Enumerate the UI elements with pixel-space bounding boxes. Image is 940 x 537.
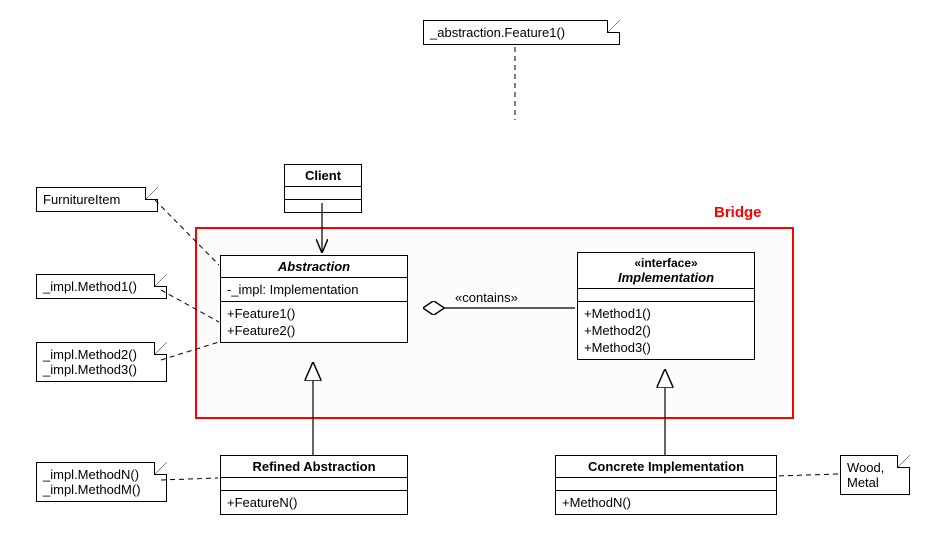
- abstraction-box: Abstraction -_impl: Implementation +Feat…: [220, 255, 408, 343]
- implementation-stereo: «interface»: [584, 256, 748, 270]
- note-method1: _impl.Method1(): [36, 274, 167, 299]
- refined-methods: +FeatureN(): [221, 491, 407, 514]
- note-method23: _impl.Method2() _impl.Method3(): [36, 342, 167, 382]
- abstraction-title: Abstraction: [221, 256, 407, 278]
- concrete-m1: +MethodN(): [562, 494, 770, 511]
- note-furniture-text: FurnitureItem: [43, 192, 120, 207]
- note-top-text: _abstraction.Feature1(): [430, 25, 565, 40]
- concrete-fields: [556, 478, 776, 491]
- implementation-title-sect: «interface» Implementation: [578, 253, 754, 289]
- implementation-box: «interface» Implementation +Method1() +M…: [577, 252, 755, 360]
- refined-m1: +FeatureN(): [227, 494, 401, 511]
- client-title: Client: [285, 165, 361, 187]
- diagram-canvas: Bridge _abstraction.Feature1() Furniture…: [0, 0, 940, 537]
- note-methodn-text: _impl.MethodN(): [43, 467, 160, 482]
- refined-box: Refined Abstraction +FeatureN(): [220, 455, 408, 515]
- note-methodnm: _impl.MethodN() _impl.MethodM(): [36, 462, 167, 502]
- note-method3-text: _impl.Method3(): [43, 362, 160, 377]
- implementation-fields: [578, 289, 754, 302]
- note-method1-text: _impl.Method1(): [43, 279, 137, 294]
- client-empty2: [285, 200, 361, 212]
- abstraction-m1: +Feature1(): [227, 305, 401, 322]
- implementation-m1: +Method1(): [584, 305, 748, 322]
- note-top: _abstraction.Feature1(): [423, 20, 620, 45]
- client-empty1: [285, 187, 361, 200]
- abstraction-fields: -_impl: Implementation: [221, 278, 407, 302]
- abstraction-methods: +Feature1() +Feature2(): [221, 302, 407, 342]
- note-methodm-text: _impl.MethodM(): [43, 482, 160, 497]
- concrete-title: Concrete Implementation: [556, 456, 776, 478]
- refined-title: Refined Abstraction: [221, 456, 407, 478]
- note-furniture: FurnitureItem: [36, 187, 158, 212]
- concrete-methods: +MethodN(): [556, 491, 776, 514]
- contains-label: «contains»: [455, 290, 518, 305]
- abstraction-field-impl: -_impl: Implementation: [227, 281, 401, 298]
- implementation-m3: +Method3(): [584, 339, 748, 356]
- concrete-box: Concrete Implementation +MethodN(): [555, 455, 777, 515]
- bridge-label: Bridge: [714, 204, 762, 221]
- client-box: Client: [284, 164, 362, 213]
- refined-fields: [221, 478, 407, 491]
- abstraction-m2: +Feature2(): [227, 322, 401, 339]
- note-materials: Wood, Metal: [840, 455, 910, 495]
- note-metal-text: Metal: [847, 475, 903, 490]
- note-method2-text: _impl.Method2(): [43, 347, 160, 362]
- note-wood-text: Wood,: [847, 460, 903, 475]
- implementation-m2: +Method2(): [584, 322, 748, 339]
- implementation-title: Implementation: [584, 270, 748, 285]
- implementation-methods: +Method1() +Method2() +Method3(): [578, 302, 754, 359]
